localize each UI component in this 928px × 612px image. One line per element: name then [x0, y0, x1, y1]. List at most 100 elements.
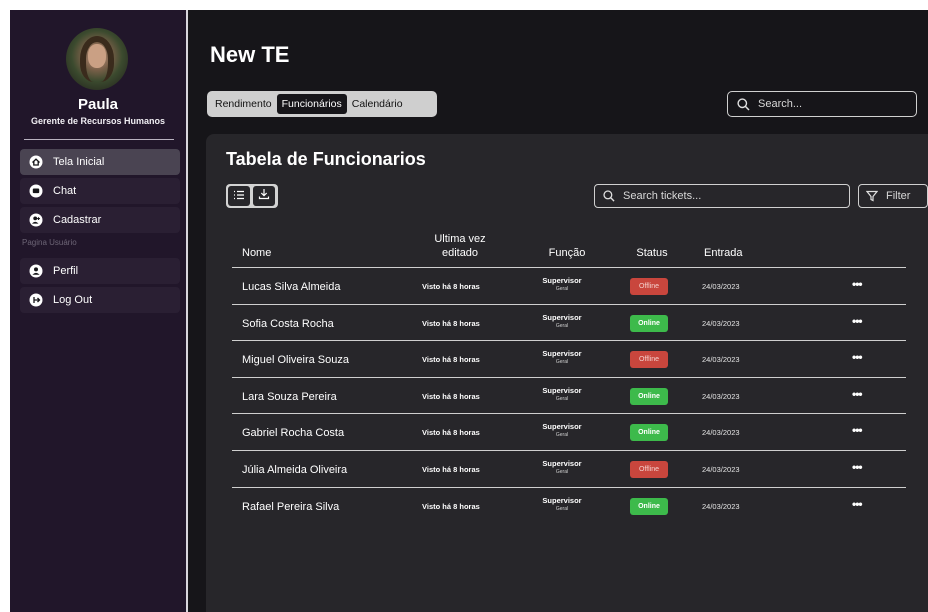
- add-user-icon: [29, 213, 43, 227]
- user-name: Paula: [77, 96, 119, 113]
- table-row[interactable]: Lucas Silva Almeida Visto há 8 horas Super…: [232, 269, 906, 305]
- table-row[interactable]: Rafael Pereira Silva Visto há 8 horas Supe…: [232, 489, 906, 525]
- sidebar-item-label: Log Out: [53, 294, 93, 306]
- status-badge: Offline: [630, 461, 668, 478]
- sidebar-item-label: Chat: [53, 185, 77, 197]
- cell-role-title: Supervisor: [542, 276, 582, 285]
- download-button[interactable]: [253, 186, 275, 206]
- row-divider: [232, 376, 906, 378]
- status-badge: Offline: [630, 351, 668, 369]
- cell-date: 24/03/2023: [702, 391, 740, 401]
- row-menu-button[interactable]: •••: [852, 277, 863, 291]
- page-title: New TE: [210, 42, 290, 67]
- cell-date: 24/03/2023: [702, 428, 740, 438]
- cell-date: 24/03/2023: [702, 318, 740, 328]
- row-divider: [232, 340, 906, 342]
- sidebar-divider: [24, 139, 174, 140]
- sidebar-item-tela-inicial[interactable]: Tela Inicial: [20, 149, 180, 175]
- sidebar-item-logout[interactable]: Log Out: [20, 287, 180, 313]
- user-icon: [29, 264, 43, 278]
- cell-last-edited: Visto há 8 horas: [422, 501, 480, 511]
- cell-last-edited: Visto há 8 horas: [422, 428, 480, 438]
- tab-calendario[interactable]: Calendário: [347, 94, 408, 114]
- row-menu-button[interactable]: •••: [852, 497, 863, 511]
- sidebar-item-label: Perfil: [53, 265, 79, 277]
- column-header-edited: Ultima vez editado: [420, 232, 500, 260]
- table-row[interactable]: Gabriel Rocha Costa Visto há 8 horas Super…: [232, 415, 906, 451]
- app-window: Paula Gerente de Recursos Humanos Tela I…: [10, 10, 928, 612]
- cell-role-title: Supervisor: [542, 422, 582, 432]
- cell-role: Supervisor Geral: [527, 386, 597, 402]
- tab-rendimento[interactable]: Rendimento: [210, 94, 277, 114]
- row-divider: [232, 450, 906, 451]
- status-badge: Offline: [630, 278, 668, 295]
- cell-name: Júlia Almeida Oliveira: [242, 464, 348, 476]
- cell-role: Supervisor Geral: [527, 276, 597, 292]
- cell-role-sub: Geral: [555, 505, 569, 512]
- ticket-search-placeholder: Search tickets...: [623, 190, 702, 202]
- header-search-input[interactable]: Search...: [727, 91, 917, 117]
- table-row[interactable]: Miguel Oliveira Souza Visto há 8 horas Sup…: [232, 342, 906, 378]
- status-badge: Online: [630, 424, 668, 442]
- cell-role-title: Supervisor: [542, 385, 582, 395]
- search-icon: [603, 190, 615, 202]
- row-menu-button[interactable]: •••: [852, 314, 863, 328]
- avatar-face: [88, 44, 106, 68]
- status-badge: Online: [630, 314, 668, 332]
- cell-role: Supervisor Geral: [527, 349, 597, 365]
- cell-role-sub: Geral: [555, 432, 569, 439]
- avatar[interactable]: [66, 28, 128, 90]
- row-divider: [232, 413, 906, 415]
- download-icon: [258, 187, 270, 205]
- tab-funcionarios[interactable]: Funcionários: [276, 94, 347, 114]
- row-menu-button[interactable]: •••: [852, 460, 863, 474]
- sidebar-item-perfil[interactable]: Perfil: [20, 258, 180, 284]
- cell-role-sub: Geral: [555, 359, 569, 366]
- column-header-edited-line1: Ultima vez: [434, 233, 486, 245]
- column-header-date: Entrada: [704, 247, 743, 259]
- status-badge: Online: [630, 387, 668, 405]
- cell-role-title: Supervisor: [542, 495, 582, 505]
- sidebar-item-cadastrar[interactable]: Cadastrar: [20, 207, 180, 233]
- cell-last-edited: Visto há 8 horas: [422, 465, 480, 474]
- panel-title: Tabela de Funcionarios: [226, 149, 426, 169]
- cell-role: Supervisor Geral: [527, 422, 597, 438]
- cell-last-edited: Visto há 8 horas: [422, 318, 480, 328]
- cell-role-title: Supervisor: [542, 312, 582, 322]
- table-row[interactable]: Júlia Almeida Oliveira Visto há 8 horas Su…: [232, 452, 906, 488]
- employees-panel: Tabela de Funcionarios Search tickets...: [206, 134, 928, 612]
- cell-role-sub: Geral: [555, 286, 569, 292]
- row-menu-button[interactable]: •••: [852, 350, 863, 364]
- cell-name: Lara Souza Pereira: [242, 390, 337, 403]
- filter-button[interactable]: Filter: [858, 184, 928, 208]
- column-header-name: Nome: [242, 247, 272, 259]
- cell-name: Gabriel Rocha Costa: [242, 427, 345, 440]
- cell-name: Miguel Oliveira Souza: [242, 354, 349, 367]
- list-view-button[interactable]: [228, 186, 250, 206]
- cell-last-edited: Visto há 8 horas: [422, 391, 480, 401]
- table-row[interactable]: Sofia Costa Rocha Visto há 8 horas Supervi…: [232, 306, 906, 342]
- logout-icon: [29, 293, 43, 307]
- cell-date: 24/03/2023: [702, 501, 740, 511]
- user-role: Gerente de Recursos Humanos: [30, 116, 166, 126]
- cell-last-edited: Visto há 8 horas: [422, 355, 480, 365]
- status-badge: Online: [630, 497, 668, 515]
- row-divider: [232, 267, 906, 268]
- cell-role: Supervisor Geral: [527, 459, 597, 475]
- home-icon: [29, 155, 43, 169]
- chat-icon: [29, 184, 43, 198]
- row-menu-button[interactable]: •••: [852, 387, 863, 401]
- cell-name: Sofia Costa Rocha: [242, 317, 334, 330]
- sidebar-item-chat[interactable]: Chat: [20, 178, 180, 204]
- ticket-search-input[interactable]: Search tickets...: [594, 184, 850, 208]
- cell-role-sub: Geral: [555, 395, 569, 402]
- cell-role: Supervisor Geral: [527, 496, 597, 512]
- sidebar-item-label: Tela Inicial: [53, 156, 105, 168]
- row-menu-button[interactable]: •••: [852, 423, 863, 437]
- row-divider: [232, 303, 906, 305]
- sidebar-section-label: Pagina Usuário: [22, 238, 77, 247]
- cell-role-title: Supervisor: [542, 459, 582, 468]
- table-row[interactable]: Lara Souza Pereira Visto há 8 horas Superv…: [232, 379, 906, 415]
- cell-date: 24/03/2023: [702, 465, 740, 474]
- cell-name: Lucas Silva Almeida: [242, 281, 341, 293]
